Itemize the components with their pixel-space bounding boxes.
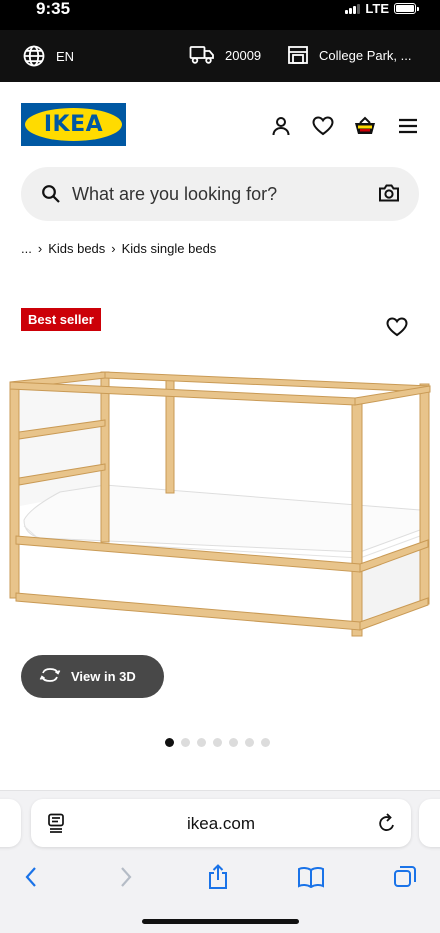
camera-icon[interactable] <box>378 183 400 208</box>
carousel-dot[interactable] <box>245 738 254 747</box>
rotate-3d-icon <box>39 667 61 686</box>
reload-icon[interactable] <box>377 812 397 839</box>
network-label: LTE <box>365 1 389 16</box>
breadcrumb-ellipsis[interactable]: ... <box>21 241 32 256</box>
carousel-dot[interactable] <box>197 738 206 747</box>
address-bar[interactable]: ikea.com <box>31 799 411 847</box>
language-label: EN <box>56 48 75 64</box>
site-header: IKEA <box>0 82 440 164</box>
add-to-favourites-icon[interactable] <box>386 317 408 342</box>
chevron-right-icon: › <box>37 241 43 256</box>
previous-tab-preview[interactable] <box>0 799 21 847</box>
carousel-dot[interactable] <box>213 738 222 747</box>
share-icon[interactable] <box>204 863 232 891</box>
battery-icon <box>394 3 419 14</box>
carousel-dot[interactable] <box>261 738 270 747</box>
carousel-dot[interactable] <box>229 738 238 747</box>
heart-icon[interactable] <box>311 114 335 138</box>
chevron-right-icon: › <box>111 241 116 256</box>
store-selector[interactable]: College Park, ... <box>287 44 412 66</box>
store-icon <box>287 44 309 66</box>
ikea-logo[interactable]: IKEA <box>21 103 126 146</box>
account-icon[interactable] <box>269 114 293 138</box>
search-input[interactable] <box>72 179 362 209</box>
menu-icon[interactable] <box>396 114 420 138</box>
breadcrumb-kids-beds[interactable]: Kids beds <box>48 241 105 256</box>
browser-toolbar: ikea.com <box>0 790 440 933</box>
breadcrumb: ... › Kids beds › Kids single beds <box>21 241 216 256</box>
breadcrumb-kids-single-beds[interactable]: Kids single beds <box>122 241 217 256</box>
signal-icon <box>345 3 361 14</box>
product-image[interactable] <box>0 360 440 650</box>
language-selector[interactable]: EN <box>22 44 74 68</box>
search-icon[interactable] <box>41 184 61 209</box>
bookmarks-icon[interactable] <box>297 863 325 891</box>
carousel-dot[interactable] <box>181 738 190 747</box>
status-time: 9:35 <box>36 0 71 18</box>
tabs-icon[interactable] <box>391 863 419 891</box>
globe-icon <box>22 44 46 68</box>
truck-icon <box>189 44 215 66</box>
top-utility-bar: EN 20009 College Park, ... <box>0 30 440 82</box>
delivery-zip-selector[interactable]: 20009 <box>189 44 261 66</box>
carousel-dot[interactable] <box>165 738 174 747</box>
search-bar[interactable] <box>21 167 419 221</box>
next-tab-preview[interactable] <box>419 799 440 847</box>
shopping-bag-icon[interactable] <box>353 114 377 138</box>
store-label: College Park, ... <box>319 47 412 63</box>
view-in-3d-button[interactable]: View in 3D <box>21 655 164 698</box>
logo-text: IKEA <box>25 108 122 141</box>
home-indicator <box>142 919 299 924</box>
view-in-3d-label: View in 3D <box>71 669 136 684</box>
forward-icon[interactable] <box>112 863 140 891</box>
url-text: ikea.com <box>186 814 256 833</box>
best-seller-badge: Best seller <box>21 308 101 331</box>
zip-code-label: 20009 <box>225 47 262 63</box>
image-carousel-dots <box>165 738 270 747</box>
status-bar: 9:35 LTE <box>0 0 440 30</box>
back-icon[interactable] <box>17 863 45 891</box>
status-indicators: LTE <box>345 1 419 16</box>
